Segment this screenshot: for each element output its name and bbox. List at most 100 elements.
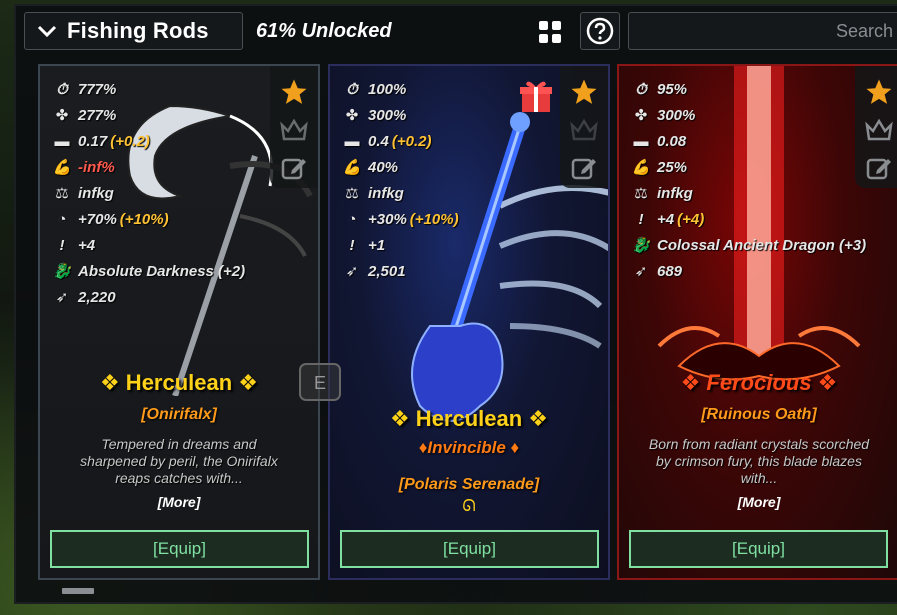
rarity-label: ❖ Herculean ❖ [99,370,259,395]
favorite-star-icon[interactable] [277,76,311,108]
more-link[interactable]: [More] [40,494,318,510]
unlocked-percentage: 61% Unlocked [256,20,392,42]
luck-clover-icon: ✤ [634,107,648,124]
fish-caught-icon: ➶ [55,289,69,306]
rod-name: [Onirifalx] [141,406,217,423]
gift-icon[interactable] [518,78,554,114]
weight-icon: ⚖ [634,185,648,202]
exclamation-icon: ! [638,210,644,228]
chevron-down-icon [37,21,57,41]
rod-description: Tempered in dreams and sharpened by peri… [80,436,278,486]
scroll-hand-indicator: E [296,360,344,404]
stat-lure: 95% [657,80,688,98]
lure-speed-icon: ⏱ [346,80,358,98]
stat-control-bonus: (+0.2) [391,132,432,150]
stat-caught: 2,501 [368,262,406,280]
resilience-arm-icon: 💪 [342,159,362,176]
stat-lure: 100% [368,80,407,98]
exclamation-icon: ! [59,236,65,254]
more-link[interactable]: [More] [619,494,897,510]
rod-stats: ⏱ 95% ✤ 300% ▬ 0.08 💪 25% ⚖ infkg ! +4 (+4) 🐉 Co… [631,76,866,284]
luck-clover-icon: ✤ [55,107,69,124]
weight-icon: ⚖ [55,185,69,202]
question-icon [586,17,614,45]
stat-max-weight: infkg [657,184,693,202]
card-actions [270,66,318,188]
crown-icon[interactable] [862,114,896,146]
progress-speed-icon: ◔ [57,210,67,228]
rod-card-ruinous-oath[interactable]: ⏱ 95% ✤ 300% ▬ 0.08 💪 25% ⚖ infkg ! +4 (+4) 🐉 Co… [617,64,897,580]
rod-description: Born from radiant crystals scorched by c… [648,436,870,486]
rarity-label: ❖ Herculean ❖ [389,406,549,431]
favorite-star-icon[interactable] [862,76,896,108]
stat-passive: Colossal Ancient Dragon (+3) [657,236,867,254]
stat-lure: 777% [78,80,117,98]
stat-progress-speed: +30% [368,210,407,228]
lure-speed-icon: ⏱ [635,80,647,98]
stat-resilience: 25% [657,158,688,176]
category-title: Fishing Rods [67,18,209,43]
luck-clover-icon: ✤ [345,107,359,124]
rod-name: [Polaris Serenade] [398,476,540,493]
resilience-arm-icon: 💪 [52,159,72,176]
stat-surplus: +1 [368,236,386,254]
crown-icon[interactable] [277,114,311,146]
control-icon: ▬ [344,132,360,150]
search-input[interactable] [628,12,897,50]
stat-caught: 2,220 [78,288,116,306]
stat-control-bonus: (+0.2) [110,132,150,150]
stat-progress-speed: +70% [78,210,117,228]
stat-passive: Absolute Darkness (+2) [78,262,246,280]
mutation-label: ♦Invincible ♦ [418,438,520,457]
fish-caught-icon: ➶ [345,263,359,280]
enchant-swirl-icon: ᘏ [462,498,476,515]
stat-control: 0.08 [657,132,687,150]
horizontal-scrollbar[interactable] [62,588,94,594]
rarity-label: ❖ Ferocious ❖ [680,370,838,395]
stat-resilience: 40% [368,158,399,176]
rod-card-onirifalx[interactable]: ⏱ 777% ✤ 277% ▬ 0.17 (+0.2) 💪 -inf% ⚖ infkg ◔ +… [38,64,320,580]
stat-surplus-bonus: (+4) [677,210,705,228]
stat-caught: 689 [657,262,683,280]
edit-icon[interactable] [277,152,311,184]
crown-icon[interactable] [567,114,601,146]
weight-icon: ⚖ [345,185,359,202]
stat-surplus: +4 [657,210,675,228]
resilience-arm-icon: 💪 [631,159,651,176]
edit-icon[interactable] [567,152,601,184]
card-actions [855,66,897,188]
control-icon: ▬ [54,132,70,150]
exclamation-icon: ! [349,236,355,254]
rod-card-polaris-serenade[interactable]: ⏱ 100% ✤ 300% ▬ 0.4 (+0.2) 💪 40% ⚖ infkg ◔ +30%… [328,64,610,580]
category-dropdown[interactable]: Fishing Rods [24,12,243,50]
dragon-passive-icon: 🐉 [631,237,651,254]
rod-stats: ⏱ 777% ✤ 277% ▬ 0.17 (+0.2) 💪 -inf% ⚖ infkg ◔ +… [52,76,245,310]
grid-view-icon[interactable] [538,20,562,44]
stat-luck: 300% [368,106,407,124]
stat-control: 0.4 [368,132,389,150]
stat-luck: 277% [78,106,117,124]
control-icon: ▬ [633,132,649,150]
help-button[interactable] [580,12,620,50]
dragon-passive-icon: 🐉 [52,263,72,280]
edit-icon[interactable] [862,152,896,184]
svg-text:E: E [314,373,326,393]
rod-name: [Ruinous Oath] [701,406,817,423]
stat-resilience: -inf% [78,158,115,176]
stat-surplus: +4 [78,236,96,254]
stat-luck: 300% [657,106,696,124]
equip-button[interactable]: [Equip] [50,530,309,568]
stat-control: 0.17 [78,132,108,150]
favorite-star-icon[interactable] [567,76,601,108]
progress-speed-icon: ◔ [347,210,357,228]
equip-button[interactable]: [Equip] [340,530,599,568]
stat-max-weight: infkg [78,184,114,202]
stat-progress-bonus: (+10%) [119,210,169,228]
fish-caught-icon: ➶ [634,263,648,280]
lure-speed-icon: ⏱ [56,80,68,98]
card-actions [560,66,608,188]
equip-button[interactable]: [Equip] [629,530,888,568]
stat-progress-bonus: (+10%) [409,210,459,228]
stat-max-weight: infkg [368,184,404,202]
rod-stats: ⏱ 100% ✤ 300% ▬ 0.4 (+0.2) 💪 40% ⚖ infkg ◔ +30%… [342,76,459,284]
